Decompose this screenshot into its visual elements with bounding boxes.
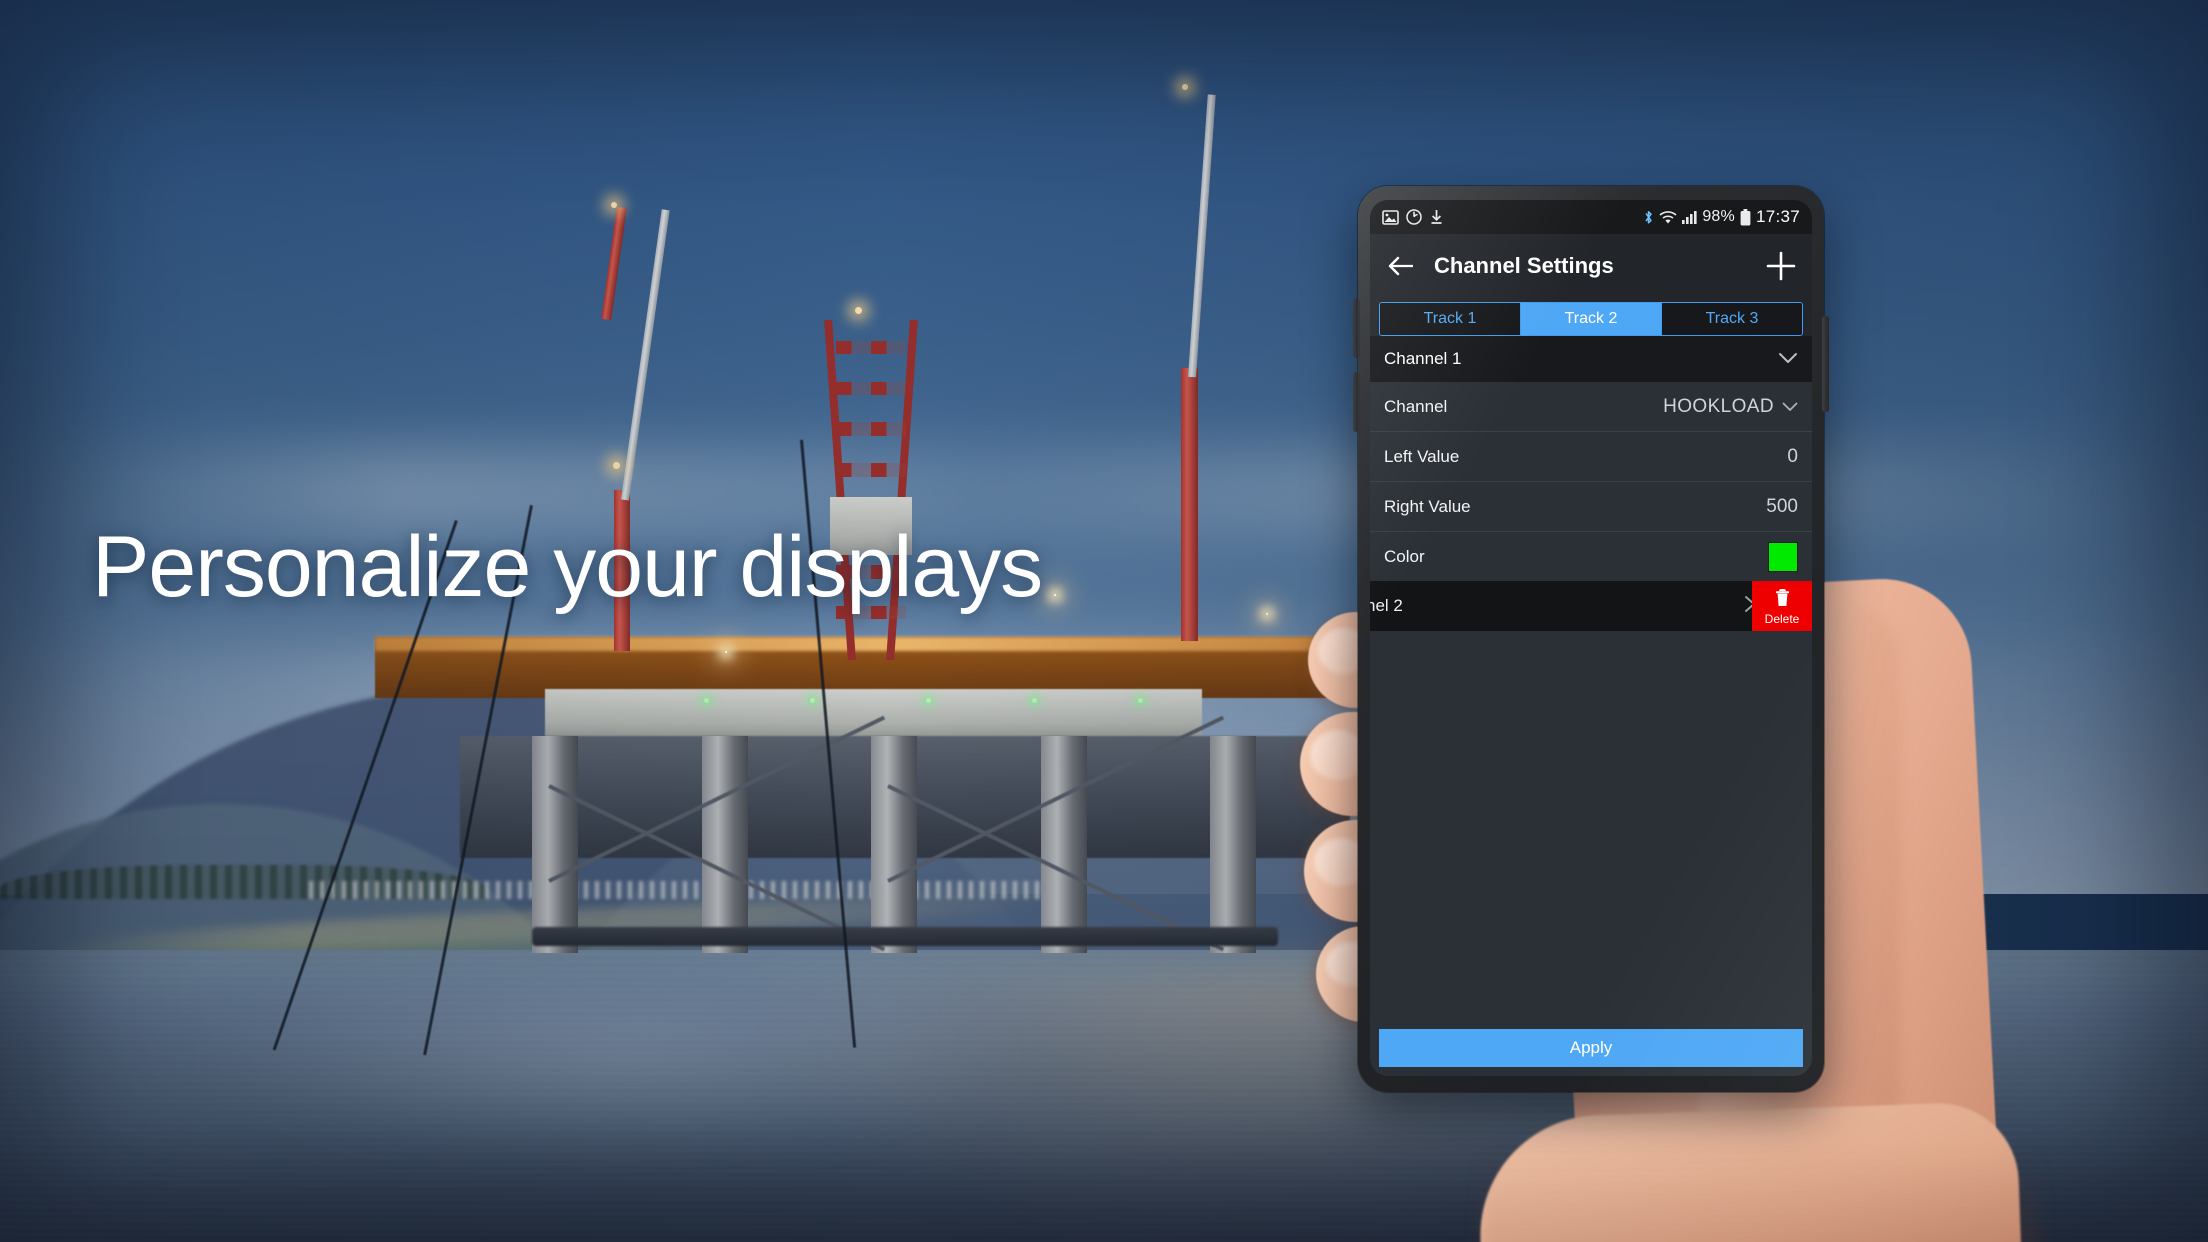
photo-vignette xyxy=(0,0,2208,1242)
screen-glare xyxy=(1358,186,1824,1092)
smartphone-device: 98% 17:37 Channel Settings xyxy=(1353,186,1829,1092)
screenshot-root: Personalize your displays xyxy=(0,0,2208,1242)
background-photo-offshore-rig xyxy=(0,0,2208,1242)
page-title: Personalize your displays xyxy=(92,519,1043,615)
